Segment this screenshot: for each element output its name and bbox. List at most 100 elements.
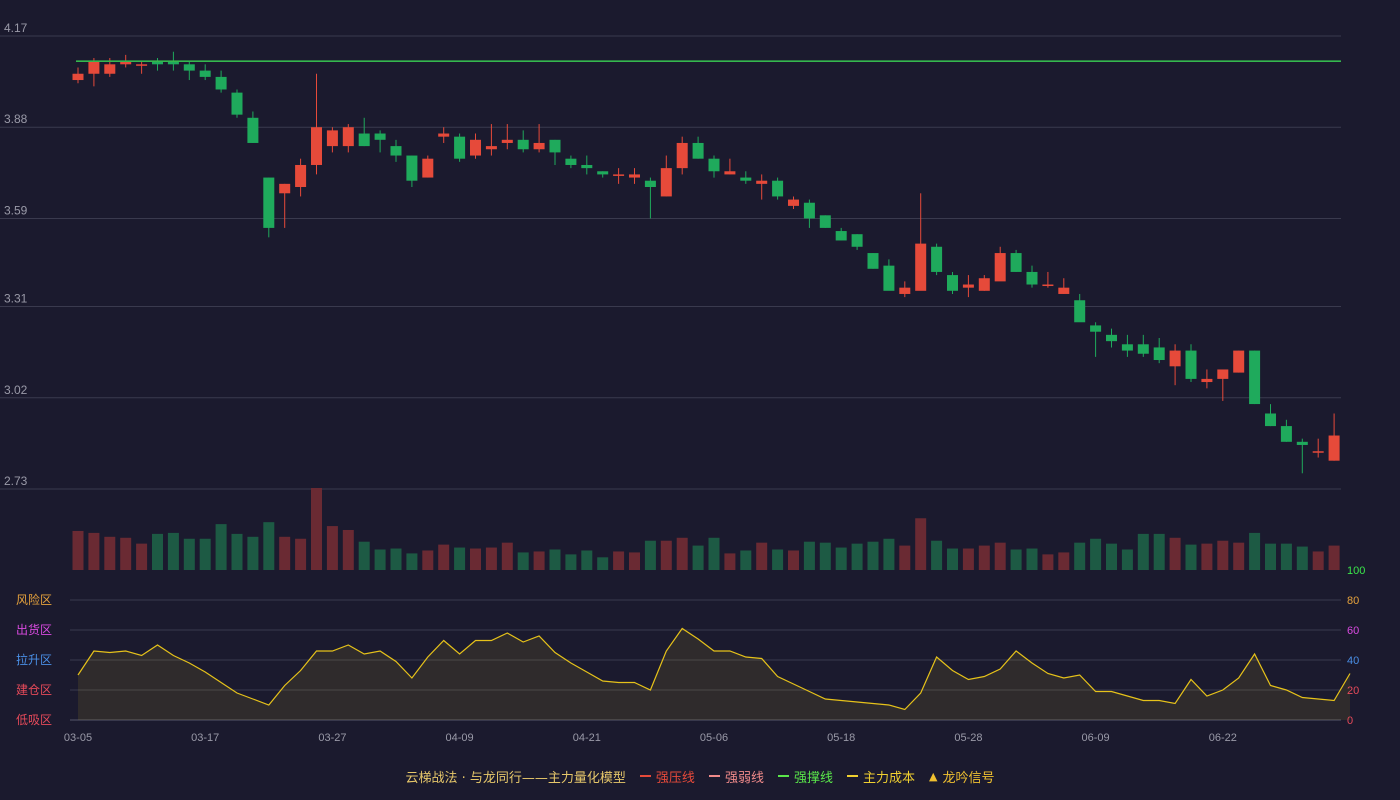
legend-swatch [846,775,858,777]
volume-bar [183,538,195,570]
candle-body [788,199,799,206]
legend-label: 强撑线 [793,770,833,786]
volume-bar [597,557,609,570]
volume-bar [263,522,275,570]
candle-body [692,142,704,159]
legend-label: 强弱线 [724,770,764,786]
candle-body [342,127,354,147]
volume-bar [978,545,990,570]
date-tick-label: 06-09 [1082,732,1110,744]
volume-bar [72,530,84,570]
candle-body [374,133,386,140]
candle-body [136,64,148,66]
date-tick-label: 06-22 [1209,732,1237,744]
candle-body [1201,378,1213,383]
indicator-area-series [77,627,1351,720]
volume-bar [660,540,672,570]
volume-bar [1121,549,1133,570]
legend-item-strength-weakness[interactable]: 强弱线 [708,767,764,786]
candle-body [247,117,259,143]
candle-body [947,275,958,291]
candle-body [183,64,195,71]
volume-bar [819,542,831,570]
candle-body [88,61,100,74]
legend-item-dragon-signal[interactable]: ▲ 龙吟信号 [929,767,994,786]
zone-label: 建仓区 [16,683,52,697]
candle-body [994,253,1006,282]
date-tick-label: 04-21 [573,732,601,744]
price-tick-label: 3.59 [4,203,28,217]
legend-item-support[interactable]: 强撑线 [777,767,833,786]
date-tick-label: 05-28 [954,732,982,744]
candle-body [565,158,577,165]
volume-bar [915,518,927,570]
candle-body [756,180,768,184]
candle-body [676,142,688,169]
volume-bar [756,542,768,570]
candle-body [819,215,831,228]
candle-body [1249,350,1261,405]
candle-body [1280,426,1292,442]
volume-bar [692,545,704,570]
candle-body [724,171,736,175]
date-tick-label: 05-18 [827,732,855,744]
volume-bar [883,538,895,570]
triangle-icon: ▲ [928,769,938,783]
volume-bars [72,488,1340,570]
candle-body [1169,350,1181,367]
price-y-axis: 4.17 3.88 3.59 3.31 3.02 2.73 [4,21,28,488]
legend-item-main-cost[interactable]: 主力成本 [846,767,915,786]
candlestick-series [72,51,1340,474]
volume-bar [1312,551,1324,570]
volume-bar [1280,543,1292,570]
candle-body [1265,413,1276,427]
volume-bar [1137,533,1149,570]
candle-body [1185,350,1197,379]
volume-bar [947,548,958,570]
zone-label: 拉升区 [16,652,52,667]
legend-item-resistance[interactable]: 强压线 [639,767,695,786]
candle-body [581,164,593,169]
candle-body [629,174,640,178]
candle-body [740,177,752,181]
price-tick-label: 3.02 [4,383,28,397]
volume-bar [1217,540,1229,570]
volume-bar [152,533,163,570]
candle-body [485,146,497,150]
candle-body [1312,451,1324,453]
candle-body [358,133,370,147]
volume-bar [311,488,322,570]
volume-bar [644,540,656,570]
date-tick-label: 03-27 [318,732,346,744]
volume-bar [1265,543,1276,570]
volume-bar [1090,538,1102,570]
candle-body [1153,347,1165,361]
candle-body [660,168,672,197]
price-tick-label: 2.73 [4,474,28,488]
candle-body [1042,284,1054,287]
candle-body [549,139,561,153]
candle-body [390,146,402,156]
volume-bar [1169,537,1181,570]
volume-bar [374,549,386,570]
volume-bar [295,538,307,570]
volume-bar [565,554,577,570]
volume-bar [788,550,799,570]
candle-body [231,92,243,115]
price-tick-label: 3.31 [4,292,28,306]
volume-bar [342,529,354,570]
volume-bar [247,536,259,570]
volume-bar [1296,546,1308,570]
indicator-tick-label: 40 [1347,655,1359,667]
volume-bar [1106,543,1117,570]
volume-bar [167,532,179,570]
candle-body [104,64,116,74]
candle-body [1074,300,1086,323]
volume-bar [1185,544,1197,570]
volume-bar [613,551,625,570]
volume-bar [326,526,338,570]
legend-label: 强压线 [655,770,695,786]
candle-body [1296,441,1308,445]
candle-body [1058,287,1070,294]
candle-body [533,142,545,150]
